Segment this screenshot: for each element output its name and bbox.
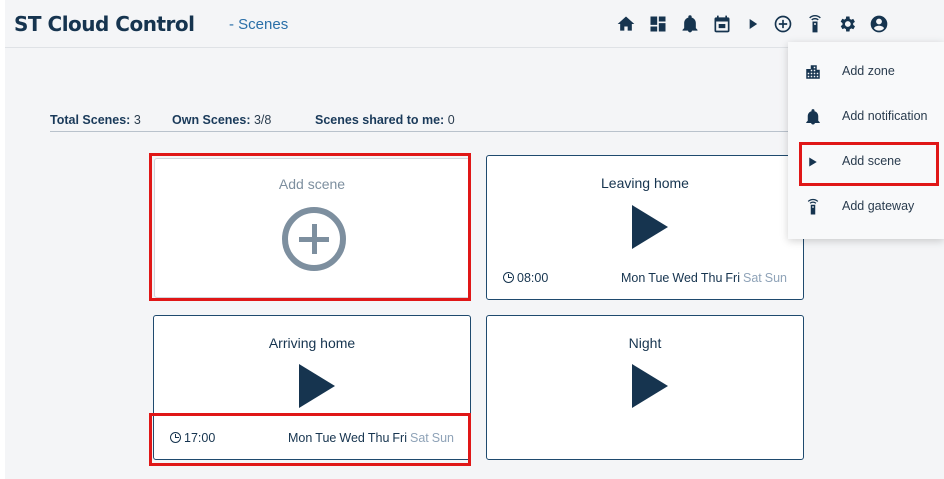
day-mon: Mon xyxy=(287,431,313,445)
calendar-icon[interactable] xyxy=(710,12,734,36)
home-icon[interactable] xyxy=(614,12,638,36)
day-sun: Sun xyxy=(764,271,787,285)
day-tue: Tue xyxy=(315,431,337,445)
menu-item-add-notification[interactable]: Add notification xyxy=(788,98,944,138)
schedule-time-value: 08:00 xyxy=(517,271,549,285)
scene-title: Arriving home xyxy=(268,335,356,351)
play-icon[interactable] xyxy=(632,205,668,249)
scene-title: Night xyxy=(628,335,662,351)
bell-icon xyxy=(804,108,822,126)
menu-item-add-zone[interactable]: Add zone xyxy=(788,53,944,93)
schedule-time: 17:00 xyxy=(170,431,215,445)
brand-logo[interactable]: ST Cloud Control xyxy=(14,12,195,36)
day-sat: Sat xyxy=(409,431,429,445)
menu-item-label: Add scene xyxy=(842,154,902,168)
menu-item-add-gateway[interactable]: Add gateway xyxy=(788,188,944,228)
clock-icon xyxy=(170,432,181,443)
own-scenes-label: Own Scenes: xyxy=(172,113,251,127)
schedule-time-value: 17:00 xyxy=(184,431,216,445)
add-circle-icon xyxy=(282,207,346,271)
day-sat: Sat xyxy=(742,271,762,285)
bell-icon[interactable] xyxy=(678,12,702,36)
gear-icon[interactable] xyxy=(835,12,859,36)
schedule-days: Mon Tue Wed Thu Fri Sat Sun xyxy=(285,431,454,445)
shared-scenes-stat: Scenes shared to me: 0 xyxy=(315,113,455,127)
menu-item-label: Add gateway xyxy=(842,199,915,213)
day-fri: Fri xyxy=(392,431,407,445)
add-scene-label: Add scene xyxy=(278,176,346,192)
play-icon[interactable] xyxy=(299,364,335,408)
scene-card[interactable]: Leaving home 08:00 Mon Tue Wed Thu Fri Sat Sun xyxy=(486,155,804,300)
day-tue: Tue xyxy=(648,271,670,285)
day-thu: Thu xyxy=(700,271,723,285)
day-wed: Wed xyxy=(339,431,365,445)
menu-item-label: Add zone xyxy=(842,64,895,78)
shared-scenes-value: 0 xyxy=(447,113,455,127)
own-scenes-stat: Own Scenes: 3/8 xyxy=(172,113,271,127)
schedule-days: Mon Tue Wed Thu Fri Sat Sun xyxy=(618,271,787,285)
play-icon[interactable] xyxy=(632,364,668,408)
page-title: - Scenes xyxy=(229,16,289,33)
day-sun: Sun xyxy=(431,431,454,445)
clock-icon xyxy=(503,272,514,283)
add-circle-icon[interactable] xyxy=(771,12,795,36)
dashboard-icon[interactable] xyxy=(646,12,670,36)
schedule-time: 08:00 xyxy=(503,271,548,285)
account-icon[interactable] xyxy=(867,12,891,36)
play-icon xyxy=(804,153,822,171)
total-scenes-value: 3 xyxy=(133,113,141,127)
gateway-icon xyxy=(804,198,822,216)
app-window: ST Cloud Control - Scenes Total Scenes: … xyxy=(5,0,944,479)
add-scene-card[interactable]: Add scene xyxy=(154,158,470,298)
scene-card[interactable]: Night xyxy=(486,315,804,460)
menu-item-label: Add notification xyxy=(842,109,928,123)
day-wed: Wed xyxy=(672,271,698,285)
scene-title: Leaving home xyxy=(601,175,689,191)
day-thu: Thu xyxy=(367,431,390,445)
scene-card[interactable]: Arriving home 17:00 Mon Tue Wed Thu Fri Sat Su… xyxy=(153,315,471,460)
add-dropdown-menu: Add zone Add notification Add scene Add … xyxy=(788,42,944,239)
menu-item-add-scene[interactable]: Add scene xyxy=(788,143,944,183)
total-scenes-label: Total Scenes: xyxy=(50,113,131,127)
shared-scenes-label: Scenes shared to me: xyxy=(315,113,445,127)
own-scenes-value: 3/8 xyxy=(253,113,272,127)
building-icon xyxy=(804,63,822,81)
top-bar: ST Cloud Control - Scenes xyxy=(5,0,944,48)
gateway-icon[interactable] xyxy=(803,12,827,36)
scene-schedule: 08:00 Mon Tue Wed Thu Fri Sat Sun xyxy=(503,271,787,287)
play-icon[interactable] xyxy=(741,12,765,36)
total-scenes-stat: Total Scenes: 3 xyxy=(50,113,141,127)
scene-schedule: 17:00 Mon Tue Wed Thu Fri Sat Sun xyxy=(170,431,454,447)
day-mon: Mon xyxy=(620,271,646,285)
day-fri: Fri xyxy=(725,271,740,285)
scene-stats-bar: Total Scenes: 3 Own Scenes: 3/8 Scenes s… xyxy=(50,113,788,132)
